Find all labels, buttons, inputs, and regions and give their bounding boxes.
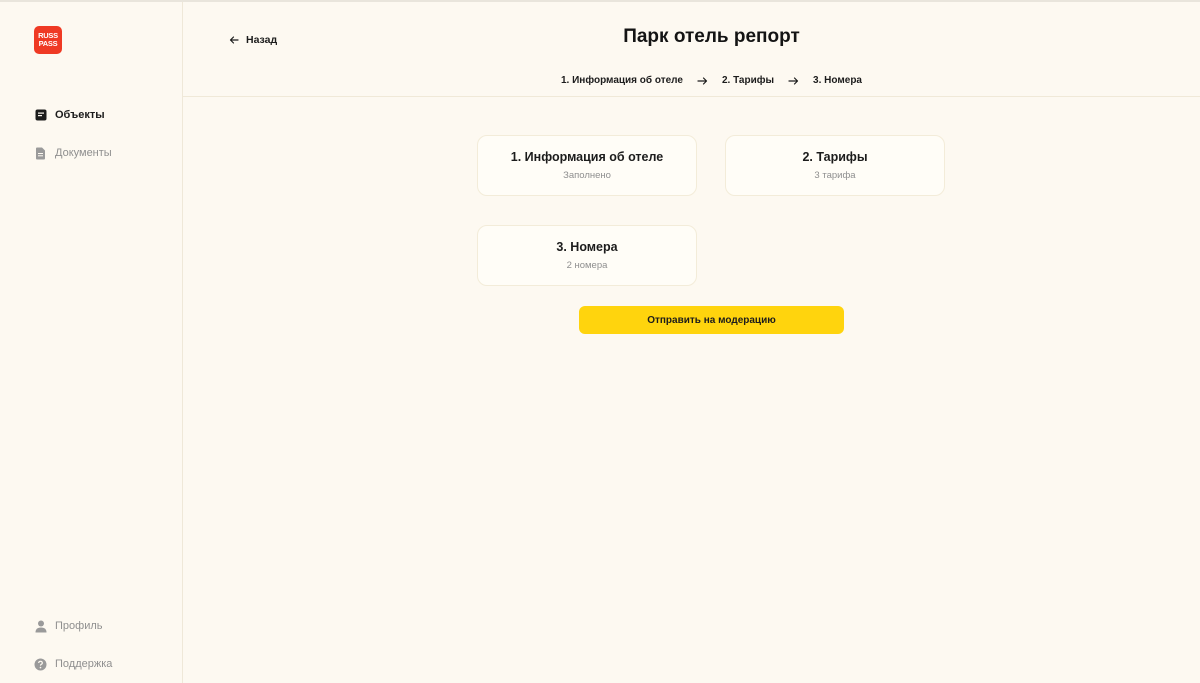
card-subtitle: 3 тарифа: [814, 170, 856, 181]
stepper: 1. Информация об отеле 2. Тарифы 3. Номе…: [183, 75, 1200, 86]
page-header: Назад Парк отель репорт 1. Информация об…: [183, 2, 1200, 97]
sidebar-item-profile[interactable]: Профиль: [34, 618, 103, 634]
step-1[interactable]: 1. Информация об отеле: [561, 75, 683, 86]
card-subtitle: Заполнено: [563, 170, 611, 181]
step-3[interactable]: 3. Номера: [813, 75, 862, 86]
card-title: 1. Информация об отеле: [510, 150, 664, 164]
user-icon: [34, 620, 47, 633]
logo-text-line2: PASS: [38, 39, 58, 48]
card-tariffs[interactable]: 2. Тарифы 3 тарифа: [725, 135, 945, 196]
help-icon: [34, 658, 47, 671]
sidebar: RUSS PASS Объекты Документы Профиль Подд…: [0, 2, 183, 683]
sidebar-item-label: Поддержка: [55, 658, 113, 670]
card-title: 3. Номера: [556, 240, 618, 254]
russpass-logo[interactable]: RUSS PASS: [34, 26, 62, 54]
arrow-right-icon: [788, 76, 799, 86]
card-subtitle: 2 номера: [566, 260, 608, 271]
step-2[interactable]: 2. Тарифы: [722, 75, 774, 86]
page-title: Парк отель репорт: [623, 26, 800, 47]
app-root: RUSS PASS Объекты Документы Профиль Подд…: [0, 0, 1200, 683]
sidebar-item-label: Профиль: [55, 620, 103, 632]
sidebar-item-label: Документы: [55, 147, 112, 159]
sidebar-item-objects[interactable]: Объекты: [34, 107, 105, 123]
arrow-right-icon: [697, 76, 708, 86]
objects-icon: [34, 109, 47, 122]
card-title: 2. Тарифы: [802, 150, 868, 164]
sidebar-item-documents[interactable]: Документы: [34, 145, 112, 161]
sidebar-item-label: Объекты: [55, 109, 105, 121]
card-hotel-info[interactable]: 1. Информация об отеле Заполнено: [477, 135, 697, 196]
card-rooms[interactable]: 3. Номера 2 номера: [477, 225, 697, 286]
submit-moderation-button[interactable]: Отправить на модерацию: [579, 306, 844, 334]
document-icon: [34, 147, 47, 160]
sidebar-item-support[interactable]: Поддержка: [34, 656, 112, 672]
